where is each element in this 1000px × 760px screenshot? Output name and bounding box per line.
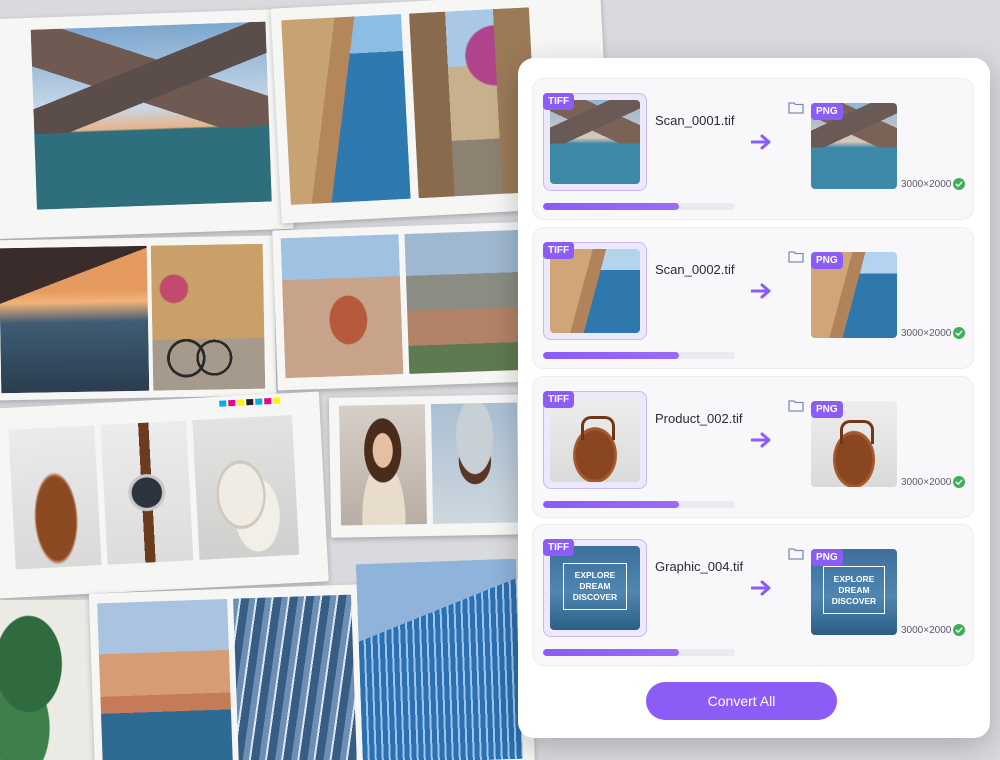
output-format-badge: PNG — [811, 103, 843, 120]
print-sheet — [328, 394, 532, 538]
leather-bag-photo — [8, 425, 102, 570]
progress-fill — [543, 649, 680, 656]
print-sheet — [272, 221, 538, 391]
mountain-lake-photo — [30, 21, 272, 210]
graphic-text-frame: EXPLORE DREAM DISCOVER — [823, 566, 885, 615]
progress-fill — [543, 501, 680, 508]
portrait-photo — [338, 404, 428, 526]
conversion-job: TIFF Product_002.tif PNG 3000×2000 — [532, 376, 974, 518]
coastal-village-photo — [281, 13, 411, 205]
print-sheet — [88, 558, 536, 760]
graphic-poster-image: EXPLORE DREAM DISCOVER — [550, 546, 640, 630]
source-thumbnail[interactable]: TIFF EXPLORE DREAM DISCOVER — [543, 539, 647, 637]
cliffside-town-photo — [97, 598, 234, 760]
source-format-badge: TIFF — [543, 391, 575, 408]
source-filename: Scan_0001.tif — [655, 113, 735, 128]
arrow-right-icon — [751, 432, 771, 448]
check-circle-icon — [953, 476, 965, 488]
progress-bar — [543, 203, 735, 210]
coastal-village-image — [550, 249, 640, 333]
folder-icon[interactable] — [788, 101, 804, 114]
progress-fill — [543, 352, 680, 359]
print-sheet — [0, 235, 277, 401]
source-format-badge: TIFF — [543, 242, 575, 259]
mountain-lake-image — [550, 100, 640, 184]
glass-facade-photo — [233, 594, 357, 760]
folder-icon[interactable] — [788, 547, 804, 560]
graphic-text-line: DREAM — [838, 584, 870, 595]
arrow-right-icon — [751, 283, 771, 299]
output-thumbnail[interactable]: PNG — [811, 401, 897, 487]
graphic-text-line: DREAM — [579, 581, 611, 591]
portrait-hat-photo — [430, 402, 519, 524]
output-thumbnail[interactable]: PNG — [811, 103, 897, 189]
graphic-text-line: DISCOVER — [572, 591, 618, 602]
output-thumbnail[interactable]: PNG EXPLORE DREAM DISCOVER — [811, 549, 897, 635]
source-thumbnail[interactable]: TIFF — [543, 391, 647, 489]
color-calibration-strip — [219, 397, 281, 407]
folder-icon[interactable] — [788, 399, 804, 412]
progress-bar — [543, 501, 735, 508]
city-skyline-photo — [404, 229, 528, 374]
arrow-right-icon — [751, 134, 771, 150]
source-filename: Scan_0002.tif — [655, 262, 735, 277]
arrow-right-icon — [751, 580, 771, 596]
conversion-job: TIFF EXPLORE DREAM DISCOVER Graphic_004.… — [532, 524, 974, 666]
output-dimensions: 3000×2000 — [901, 625, 952, 636]
graphic-text-frame: EXPLORE DREAM DISCOVER — [562, 562, 628, 610]
output-dimensions: 3000×2000 — [901, 328, 952, 339]
source-filename: Graphic_004.tif — [655, 559, 744, 574]
output-thumbnail[interactable]: PNG — [811, 252, 897, 338]
print-sheet — [0, 8, 294, 240]
graphic-text-line: EXPLORE — [574, 570, 616, 581]
progress-bar — [543, 352, 735, 359]
check-circle-icon — [953, 624, 965, 636]
graphic-text-line: EXPLORE — [833, 574, 875, 585]
source-thumbnail[interactable]: TIFF — [543, 93, 647, 191]
leather-bag-image — [550, 398, 640, 482]
graphic-text-line: DISCOVER — [831, 595, 877, 606]
conversion-job: TIFF Scan_0002.tif PNG 3000×2000 — [532, 227, 974, 369]
output-format-badge: PNG — [811, 549, 843, 566]
output-dimensions: 3000×2000 — [901, 179, 952, 190]
wristwatch-photo — [100, 420, 194, 565]
sneakers-photo — [192, 414, 300, 560]
source-format-badge: TIFF — [543, 539, 575, 556]
output-dimensions: 3000×2000 — [901, 477, 952, 488]
source-filename: Product_002.tif — [655, 411, 743, 426]
output-format-badge: PNG — [811, 401, 843, 418]
source-format-badge: TIFF — [543, 93, 575, 110]
conversion-panel: TIFF Scan_0001.tif PNG 3000×2000 TIFF Sc… — [518, 58, 990, 738]
output-format-badge: PNG — [811, 252, 843, 269]
cathedral-dome-photo — [280, 234, 404, 379]
conversion-job: TIFF Scan_0001.tif PNG 3000×2000 — [532, 78, 974, 220]
convert-all-button[interactable]: Convert All — [646, 682, 837, 720]
check-circle-icon — [953, 178, 965, 190]
monstera-leaf-photo — [0, 600, 95, 760]
sunset-coast-photo — [0, 245, 150, 394]
progress-bar — [543, 649, 735, 656]
bicycle-street-photo — [150, 243, 266, 391]
glass-tower-photo — [355, 558, 523, 760]
source-thumbnail[interactable]: TIFF — [543, 242, 647, 340]
print-sheet — [0, 391, 329, 599]
folder-icon[interactable] — [788, 250, 804, 263]
progress-fill — [543, 203, 680, 210]
check-circle-icon — [953, 327, 965, 339]
